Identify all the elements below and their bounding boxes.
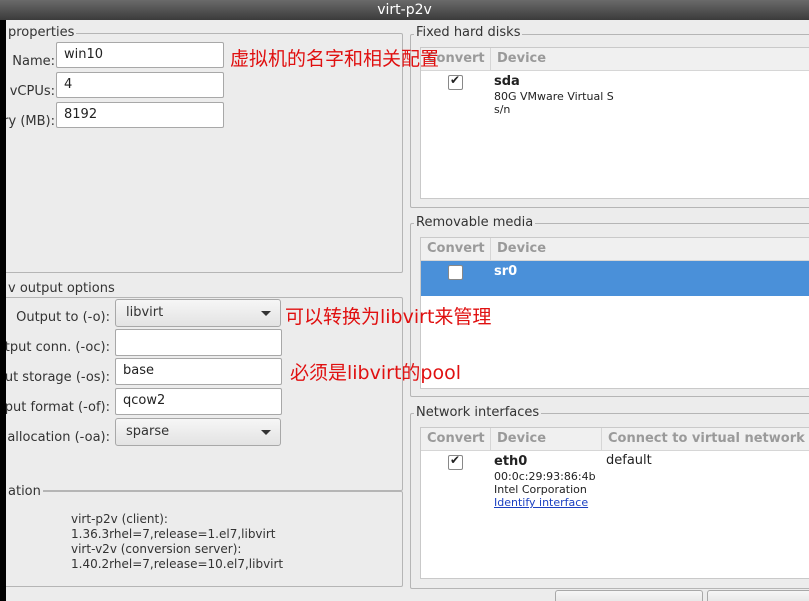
output-allocation-label: t allocation (-oa): — [6, 430, 110, 445]
sda-convert-checkbox[interactable] — [448, 73, 463, 90]
dropdown-arrow-icon — [261, 311, 271, 316]
target-properties-legend: properties — [6, 25, 77, 40]
dialog-button-left[interactable] — [555, 590, 703, 601]
col-device-header[interactable]: Device — [491, 428, 602, 450]
memory-field[interactable]: 8192 — [56, 102, 224, 128]
output-to-value: libvirt — [126, 305, 164, 320]
col-convert-header[interactable]: Convert — [421, 428, 491, 450]
col-device-header[interactable]: Device — [491, 238, 809, 260]
output-options-legend: v output options — [6, 281, 117, 296]
col-convert-header[interactable]: Convert — [421, 238, 491, 260]
removable-media-header: Convert Device — [421, 238, 809, 261]
output-format-label: tput format (-of): — [6, 400, 110, 415]
output-conn-field[interactable] — [115, 329, 282, 356]
col-device-header[interactable]: Device — [491, 48, 809, 70]
eth0-mac-address: 00:0c:29:93:86:4b — [494, 470, 596, 483]
eth0-virtual-network: default — [606, 453, 652, 468]
sda-device-model: 80G VMware Virtual S — [494, 90, 614, 103]
dialog-button-right[interactable] — [707, 590, 809, 601]
output-format-field[interactable]: qcow2 — [115, 388, 282, 415]
annotation-vm-config: 虚拟机的名字和相关配置 — [230, 48, 440, 70]
output-conn-label: utput conn. (-oc): — [6, 340, 110, 355]
memory-label: ry (MB): — [6, 114, 55, 129]
eth0-convert-checkbox[interactable] — [448, 453, 463, 470]
client-version-info: virt-p2v (client): 1.36.3rhel=7,release=… — [71, 512, 283, 572]
sda-device-serial: s/n — [494, 103, 511, 116]
fixed-disks-list[interactable]: Convert Device sda 80G VMware Virtual S … — [420, 47, 809, 199]
annotation-pool: 必须是libvirt的pool — [290, 362, 461, 384]
dropdown-arrow-icon — [261, 430, 271, 435]
window-title: virt-p2v — [0, 0, 809, 20]
output-storage-field[interactable]: base — [115, 358, 282, 385]
client-version-label: virt-p2v (client): — [71, 512, 168, 526]
server-version-value: 1.40.2rhel=7,release=10.el7,libvirt — [71, 557, 284, 571]
main-window: properties Name: win10 vCPUs: 4 ry (MB):… — [6, 20, 809, 601]
information-legend: ation — [6, 484, 43, 499]
eth0-device-name: eth0 — [494, 454, 528, 469]
output-to-select[interactable]: libvirt — [115, 299, 281, 327]
sr0-convert-checkbox[interactable] — [448, 265, 463, 280]
sda-device-name: sda — [494, 74, 520, 89]
network-interfaces-legend: Network interfaces — [414, 405, 542, 420]
vcpus-label: vCPUs: — [9, 84, 55, 99]
annotation-libvirt: 可以转换为libvirt来管理 — [285, 306, 492, 328]
client-version-value: 1.36.3rhel=7,release=1.el7,libvirt — [71, 527, 276, 541]
server-version-label: virt-v2v (conversion server): — [71, 542, 242, 556]
output-storage-label: ut storage (-os): — [6, 370, 110, 385]
output-allocation-value: sparse — [126, 424, 170, 439]
network-interfaces-header: Convert Device Connect to virtual networ… — [421, 428, 809, 451]
fixed-disks-legend: Fixed hard disks — [414, 25, 523, 40]
sr0-device-name: sr0 — [494, 264, 518, 279]
network-interfaces-list[interactable]: Convert Device Connect to virtual networ… — [420, 427, 809, 579]
name-field[interactable]: win10 — [56, 42, 224, 68]
output-allocation-select[interactable]: sparse — [115, 418, 281, 446]
vcpus-field[interactable]: 4 — [56, 72, 224, 98]
removable-media-legend: Removable media — [414, 215, 536, 230]
name-label: Name: — [12, 54, 55, 69]
identify-interface-link[interactable]: Identify interface — [494, 496, 588, 509]
eth0-vendor: Intel Corporation — [494, 483, 587, 496]
fixed-disks-header: Convert Device — [421, 48, 809, 71]
col-connect-header[interactable]: Connect to virtual network — [602, 428, 809, 450]
output-to-label: Output to (-o): — [16, 310, 110, 325]
table-row[interactable]: sr0 — [421, 261, 809, 296]
